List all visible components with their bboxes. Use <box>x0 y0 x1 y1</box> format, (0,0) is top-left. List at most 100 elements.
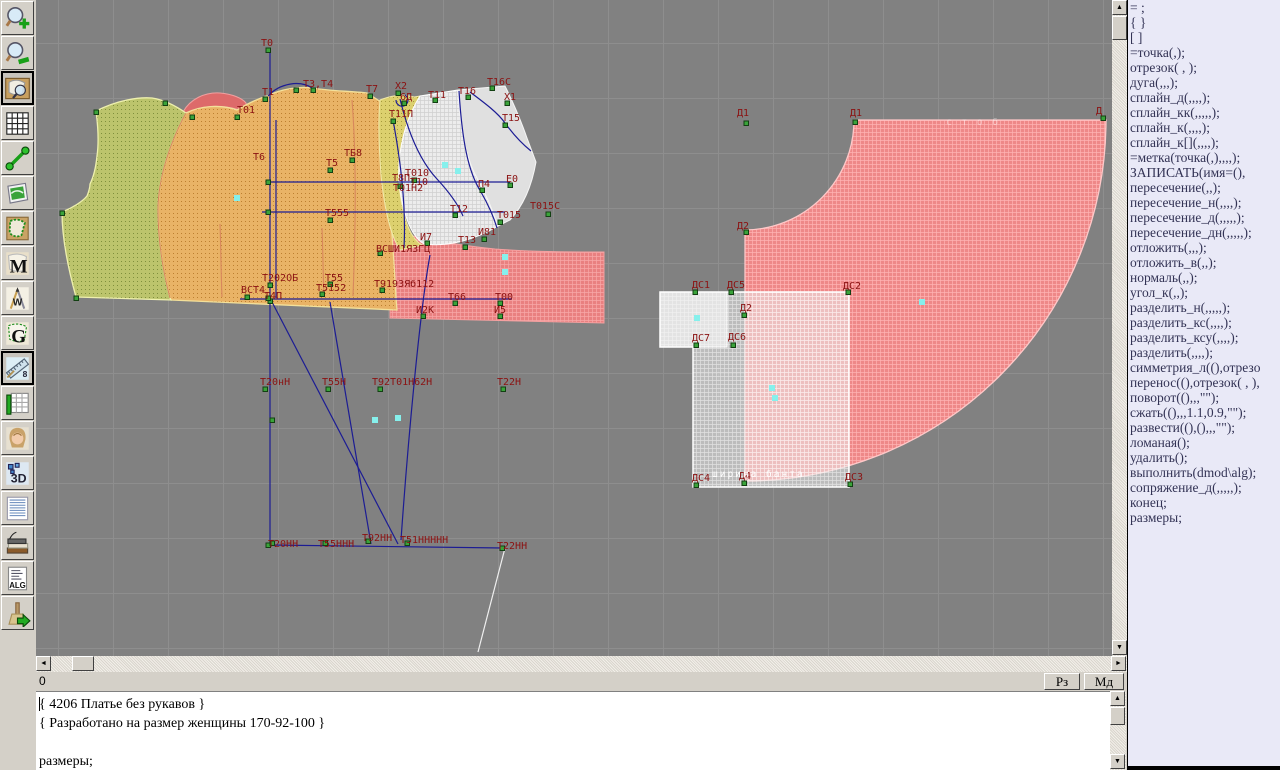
canvas-vscroll-thumb[interactable] <box>1112 16 1127 40</box>
selected-point-marker[interactable] <box>395 415 401 421</box>
toolbar-alg-button[interactable]: ALG <box>1 561 34 595</box>
toolbar-preview-piece-button[interactable] <box>1 71 34 105</box>
algorithm-editor[interactable]: { 4206 Платье без рукавов }{ Разработано… <box>36 691 1110 770</box>
selected-point-marker[interactable] <box>502 269 508 275</box>
point-marker[interactable] <box>744 121 749 126</box>
point-marker[interactable] <box>266 210 271 215</box>
point-label: Т1 <box>262 87 274 98</box>
editor-vscroll-thumb[interactable] <box>1110 707 1125 725</box>
editor-vscrollbar[interactable]: ▲ ▼ <box>1110 691 1126 770</box>
command-item[interactable]: пересечение(,,); <box>1128 180 1280 195</box>
selected-point-marker[interactable] <box>772 395 778 401</box>
toolbar-zoom-out-button[interactable] <box>1 36 34 70</box>
selected-point-marker[interactable] <box>442 162 448 168</box>
command-item[interactable]: ломаная(); <box>1128 435 1280 450</box>
rz-button[interactable]: Рз <box>1044 673 1080 690</box>
canvas-scroll-right-button[interactable]: ► <box>1111 656 1126 671</box>
canvas-hscroll-thumb[interactable] <box>72 656 94 671</box>
editor-scroll-up-button[interactable]: ▲ <box>1110 691 1125 706</box>
canvas-scroll-left-button[interactable]: ◄ <box>36 656 51 671</box>
command-item[interactable]: нормаль(,,); <box>1128 270 1280 285</box>
command-item[interactable]: пересечение_д(,,,,,); <box>1128 210 1280 225</box>
command-item[interactable]: =метка(точка(,),,,,); <box>1128 150 1280 165</box>
canvas-hscrollbar[interactable]: ◄ ► <box>36 656 1127 672</box>
command-item[interactable]: сплайн_д(,,,,); <box>1128 90 1280 105</box>
editor-scroll-down-button[interactable]: ▼ <box>1110 754 1125 769</box>
command-item[interactable]: разделить_ксу(,,,,); <box>1128 330 1280 345</box>
command-item[interactable]: отрезок( , ); <box>1128 60 1280 75</box>
point-marker[interactable] <box>94 110 99 115</box>
selected-point-marker[interactable] <box>919 299 925 305</box>
selected-point-marker[interactable] <box>455 168 461 174</box>
point-marker[interactable] <box>294 88 299 93</box>
grid-icon <box>4 110 31 137</box>
command-item[interactable]: пересечение_дн(,,,,,); <box>1128 225 1280 240</box>
toolbar-compass-w-button[interactable]: W <box>1 281 34 315</box>
command-item[interactable]: { } <box>1128 15 1280 30</box>
toolbar-3d-button[interactable]: 3D <box>1 456 34 490</box>
command-item[interactable]: сжать((),,,1.1,0.9,""); <box>1128 405 1280 420</box>
canvas-scroll-down-button[interactable]: ▼ <box>1112 640 1127 655</box>
ruler-icon: 8 <box>4 355 31 382</box>
table-icon <box>4 390 31 417</box>
command-item[interactable]: отложить_в(,,); <box>1128 255 1280 270</box>
toolbar-measure-line-button[interactable] <box>1 141 34 175</box>
command-item[interactable]: сплайн_кк(,,,,,); <box>1128 105 1280 120</box>
command-item[interactable]: разделить_кс(,,,,); <box>1128 315 1280 330</box>
command-item[interactable]: конец; <box>1128 495 1280 510</box>
selected-point-marker[interactable] <box>372 417 378 423</box>
selected-point-marker[interactable] <box>769 385 775 391</box>
point-marker[interactable] <box>731 343 736 348</box>
command-item[interactable]: угол_к(,,); <box>1128 285 1280 300</box>
pattern-drawing[interactable]: Т0Т01Т1Т3,Т4Т7Т5ТБ8Т6Т555Т202ОБВСТ4Т4ПТ5… <box>36 0 1112 656</box>
toolbar-pattern-doc-button[interactable] <box>1 211 34 245</box>
command-item[interactable]: сплайн_к[](,,,,); <box>1128 135 1280 150</box>
point-marker[interactable] <box>60 211 65 216</box>
selected-point-marker[interactable] <box>694 315 700 321</box>
toolbar-letter-m-button[interactable]: M <box>1 246 34 280</box>
command-item[interactable]: =точка(,); <box>1128 45 1280 60</box>
toolbar-books-button[interactable] <box>1 526 34 560</box>
command-item[interactable]: ЗАПИСАТЬ(имя=(), <box>1128 165 1280 180</box>
command-item[interactable]: сплайн_к(,,,,); <box>1128 120 1280 135</box>
point-label: Т202ОБ <box>262 273 298 284</box>
selected-point-marker[interactable] <box>234 195 240 201</box>
toolbar-grid-button[interactable] <box>1 106 34 140</box>
toolbar-broom-button[interactable] <box>1 596 34 630</box>
point-marker[interactable] <box>163 101 168 106</box>
toolbar-portrait-button[interactable] <box>1 421 34 455</box>
drawing-canvas[interactable]: Т0Т01Т1Т3,Т4Т7Т5ТБ8Т6Т555Т202ОБВСТ4Т4ПТ5… <box>36 0 1112 657</box>
toolbar-zoom-in-button[interactable] <box>1 1 34 35</box>
canvas-vscrollbar[interactable]: ▲ ▼ <box>1112 0 1128 656</box>
point-marker[interactable] <box>190 115 195 120</box>
command-item[interactable]: выполнить(dmod\alg); <box>1128 465 1280 480</box>
point-marker[interactable] <box>853 120 858 125</box>
md-button[interactable]: Мд <box>1084 673 1124 690</box>
toolbar-image-button[interactable] <box>1 176 34 210</box>
toolbar-ruler-button[interactable]: 8 <box>1 351 34 385</box>
command-item[interactable]: дуга(,,,); <box>1128 75 1280 90</box>
command-item[interactable]: удалить(); <box>1128 450 1280 465</box>
point-marker[interactable] <box>546 212 551 217</box>
selected-point-marker[interactable] <box>502 254 508 260</box>
command-item[interactable]: [ ] <box>1128 30 1280 45</box>
point-label: ДС2 <box>843 281 861 292</box>
command-item[interactable]: разделить(,,,,); <box>1128 345 1280 360</box>
command-item[interactable]: отложить(,,,); <box>1128 240 1280 255</box>
command-item[interactable]: = ; <box>1128 0 1280 15</box>
command-item[interactable]: разделить_н(,,,,,); <box>1128 300 1280 315</box>
point-marker[interactable] <box>270 418 275 423</box>
command-item[interactable]: размеры; <box>1128 510 1280 525</box>
command-item[interactable]: сопряжение_д(,,,,,); <box>1128 480 1280 495</box>
toolbar-letter-g-button[interactable]: G <box>1 316 34 350</box>
point-marker[interactable] <box>74 296 79 301</box>
point-marker[interactable] <box>266 180 271 185</box>
command-item[interactable]: симметрия_л((),отрезо <box>1128 360 1280 375</box>
canvas-scroll-up-button[interactable]: ▲ <box>1112 0 1127 15</box>
command-item[interactable]: перенос((),отрезок( , ), <box>1128 375 1280 390</box>
toolbar-list-button[interactable] <box>1 491 34 525</box>
command-item[interactable]: пересечение_н(,,,,); <box>1128 195 1280 210</box>
command-item[interactable]: развести((),(),,,""); <box>1128 420 1280 435</box>
command-item[interactable]: поворот((),,,""); <box>1128 390 1280 405</box>
toolbar-table-button[interactable] <box>1 386 34 420</box>
